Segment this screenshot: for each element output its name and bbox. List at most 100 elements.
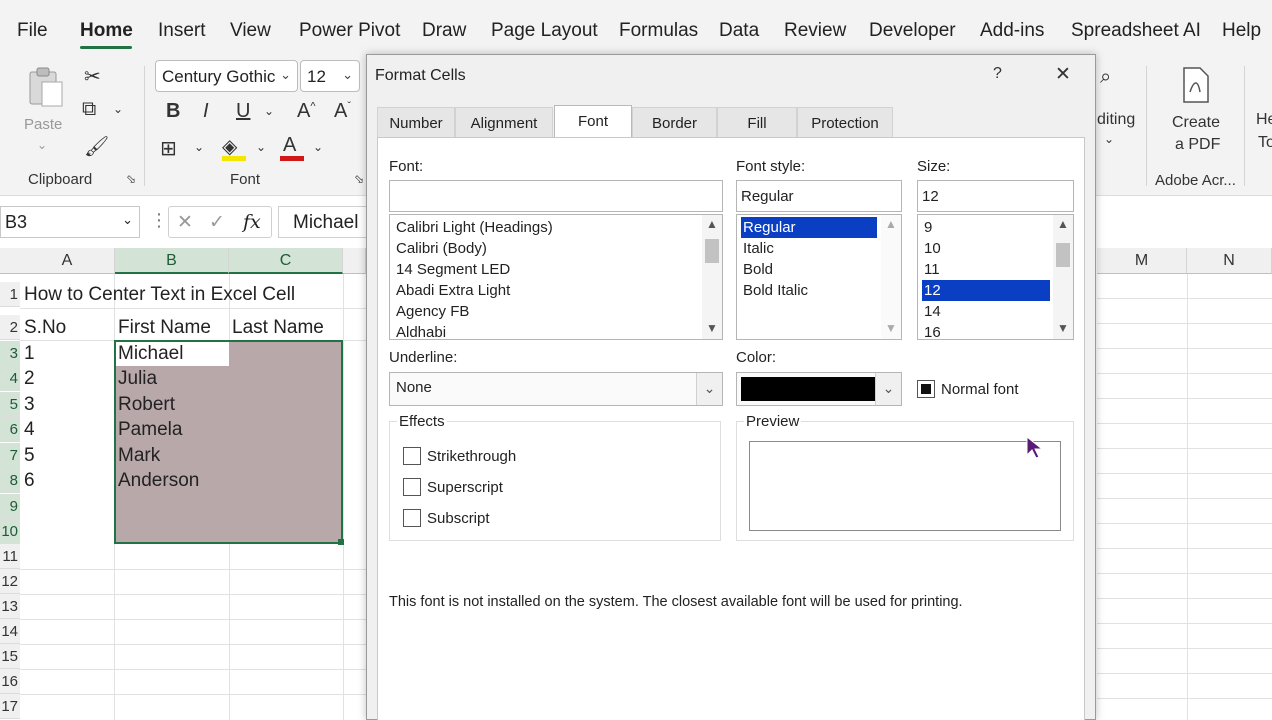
scroll-thumb[interactable]	[705, 239, 719, 263]
row-header[interactable]: 8	[0, 468, 20, 493]
font-size-combo[interactable]: 12 ⌄	[300, 60, 360, 92]
strikethrough-checkbox[interactable]	[403, 447, 421, 465]
row-header[interactable]: 12	[0, 569, 20, 594]
cell-a3[interactable]: 1	[24, 341, 35, 366]
fill-chevron-icon[interactable]: ⌄	[256, 140, 266, 154]
row-header[interactable]: 16	[0, 669, 20, 694]
close-icon[interactable]: ✕	[1055, 63, 1071, 86]
italic-icon[interactable]: I	[203, 100, 209, 123]
underline-chevron-icon[interactable]: ⌄	[264, 104, 274, 118]
name-box[interactable]: B3 ⌄	[0, 206, 140, 238]
scroll-down-icon[interactable]: ▼	[881, 321, 901, 335]
tab-font[interactable]: Font	[554, 105, 632, 139]
tab-data[interactable]: Data	[719, 20, 759, 42]
underline-dropdown[interactable]: None ⌄	[389, 372, 723, 406]
tab-insert[interactable]: Insert	[158, 20, 206, 42]
help-group-label[interactable]: He	[1256, 111, 1272, 129]
tab-fill[interactable]: Fill	[717, 107, 797, 139]
column-header-m[interactable]: M	[1097, 248, 1187, 274]
row-header[interactable]: 15	[0, 644, 20, 669]
cell-b4[interactable]: Julia	[118, 366, 157, 391]
paste-button[interactable]	[26, 66, 66, 108]
select-all-corner[interactable]	[0, 248, 20, 274]
normal-font-checkbox[interactable]	[917, 380, 935, 398]
find-icon[interactable]: ⌕	[1100, 66, 1111, 89]
superscript-label[interactable]: Superscript	[427, 479, 503, 496]
list-item[interactable]: Bold	[741, 259, 773, 280]
fill-handle[interactable]	[338, 539, 344, 545]
font-style-listbox[interactable]: Regular Italic Bold Bold Italic ▲ ▼	[736, 214, 902, 340]
cell-b3[interactable]: Michael	[118, 341, 183, 366]
row-header[interactable]: 10	[0, 519, 20, 544]
copy-icon[interactable]: ⧉	[82, 98, 96, 121]
row-header[interactable]: 6	[0, 417, 20, 442]
list-item[interactable]: 16	[922, 322, 941, 339]
column-header-a[interactable]: A	[20, 248, 115, 274]
create-pdf-label-1[interactable]: Create	[1172, 114, 1220, 132]
cell-a5[interactable]: 3	[24, 392, 35, 417]
cell-a2[interactable]: S.No	[24, 315, 66, 340]
column-header-n[interactable]: N	[1187, 248, 1272, 274]
tab-add-ins[interactable]: Add-ins	[980, 20, 1044, 42]
tab-power-pivot[interactable]: Power Pivot	[299, 20, 400, 42]
tab-home[interactable]: Home	[80, 20, 133, 42]
cell-b8[interactable]: Anderson	[118, 468, 199, 493]
enter-icon[interactable]: ✓	[209, 211, 225, 234]
size-list-scrollbar[interactable]: ▲ ▼	[1053, 215, 1073, 339]
tab-alignment[interactable]: Alignment	[455, 107, 553, 139]
tab-number[interactable]: Number	[377, 107, 455, 139]
list-item[interactable]: Bold Italic	[741, 280, 808, 301]
cell-b2[interactable]: First Name	[118, 315, 211, 340]
tab-view[interactable]: View	[230, 20, 271, 42]
list-item[interactable]: 9	[922, 217, 932, 238]
scroll-up-icon[interactable]: ▲	[1053, 217, 1073, 231]
editing-label[interactable]: diting	[1097, 111, 1135, 129]
help-button[interactable]: ?	[993, 65, 1002, 83]
increase-font-size-icon[interactable]: A^	[297, 100, 316, 123]
borders-icon[interactable]: ⊞	[160, 136, 177, 161]
font-name-combo[interactable]: Century Gothic ⌄	[155, 60, 298, 92]
row-header[interactable]: 9	[0, 494, 20, 519]
tab-spreadsheet-ai[interactable]: Spreadsheet AI	[1071, 20, 1201, 42]
font-color-icon[interactable]: A	[283, 134, 296, 157]
list-item[interactable]: Aldhabi	[394, 322, 446, 339]
cell-a8[interactable]: 6	[24, 468, 35, 493]
cut-icon[interactable]: ✂	[84, 64, 101, 89]
row-header[interactable]: 11	[0, 544, 20, 569]
font-listbox[interactable]: Calibri Light (Headings) Calibri (Body) …	[389, 214, 723, 340]
tab-help[interactable]: Help	[1222, 20, 1261, 42]
row-header[interactable]: 7	[0, 443, 20, 468]
superscript-checkbox[interactable]	[403, 478, 421, 496]
font-launcher-icon[interactable]: ⬂	[354, 172, 364, 186]
list-item[interactable]: 14	[922, 301, 941, 322]
font-list-scrollbar[interactable]: ▲ ▼	[702, 215, 722, 339]
color-dropdown[interactable]: ⌄	[736, 372, 902, 406]
tab-developer[interactable]: Developer	[869, 20, 956, 42]
paste-chevron-icon[interactable]: ⌄	[37, 138, 47, 152]
format-painter-icon[interactable]: 🖌	[84, 134, 109, 159]
list-item[interactable]: 14 Segment LED	[394, 259, 510, 280]
underline-icon[interactable]: U	[236, 100, 250, 123]
cell-a7[interactable]: 5	[24, 443, 35, 468]
subscript-label[interactable]: Subscript	[427, 510, 490, 527]
grid-region-right[interactable]	[1097, 274, 1272, 720]
create-pdf-icon[interactable]	[1180, 66, 1212, 104]
formula-input[interactable]: Michael	[278, 206, 368, 238]
tab-draw[interactable]: Draw	[422, 20, 466, 42]
tab-page-layout[interactable]: Page Layout	[491, 20, 598, 42]
tab-review[interactable]: Review	[784, 20, 846, 42]
column-header-d[interactable]	[343, 248, 366, 274]
row-header[interactable]: 3	[0, 341, 20, 366]
list-item[interactable]: Calibri (Body)	[394, 238, 487, 259]
size-input[interactable]: 12	[917, 180, 1074, 212]
list-item-selected[interactable]: Regular	[741, 217, 877, 238]
list-item[interactable]: Agency FB	[394, 301, 469, 322]
row-header[interactable]: 13	[0, 594, 20, 619]
cell-b6[interactable]: Pamela	[118, 417, 182, 442]
cell-b7[interactable]: Mark	[118, 443, 160, 468]
cell-a6[interactable]: 4	[24, 417, 35, 442]
list-item[interactable]: Calibri Light (Headings)	[394, 217, 553, 238]
list-item[interactable]: 11	[922, 259, 940, 280]
font-name-input[interactable]	[389, 180, 723, 212]
list-item-selected[interactable]: 12	[922, 280, 1050, 301]
